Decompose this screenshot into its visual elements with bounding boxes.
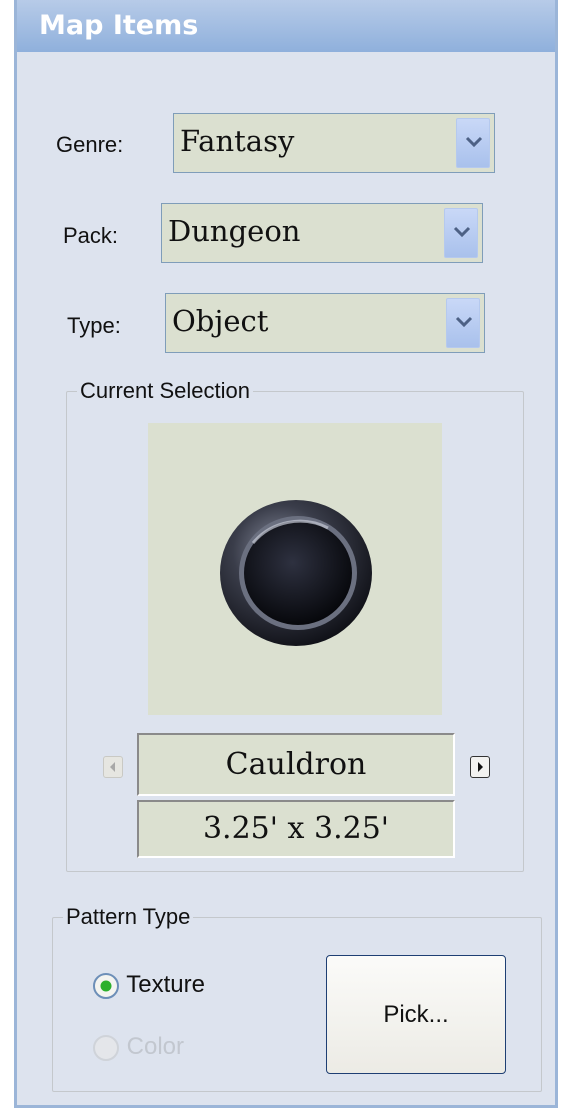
type-value: Object	[172, 304, 269, 338]
item-size-display: 3.25' x 3.25'	[137, 800, 455, 858]
color-radio-label: Color	[126, 1033, 185, 1060]
type-dropdown-arrow[interactable]	[446, 298, 480, 348]
radio-selected-icon	[93, 972, 119, 999]
pack-value: Dungeon	[168, 214, 301, 248]
pattern-type-legend: Pattern Type	[66, 904, 191, 929]
type-dropdown[interactable]: Object	[165, 293, 485, 353]
arrow-left-icon	[110, 762, 115, 772]
previous-item-button[interactable]	[103, 756, 123, 778]
pack-label: Pack:	[63, 223, 119, 248]
color-radio[interactable]: Color	[92, 1033, 184, 1062]
pack-dropdown[interactable]: Dungeon	[161, 203, 483, 263]
pick-button[interactable]: Pick...	[326, 955, 506, 1074]
chevron-down-icon	[465, 136, 483, 148]
texture-radio-label: Texture	[126, 971, 205, 998]
panel-title: Map Items	[39, 10, 199, 41]
arrow-right-icon	[478, 762, 483, 772]
item-name-display: Cauldron	[137, 733, 455, 796]
genre-value: Fantasy	[180, 124, 295, 158]
panel-title-bar: Map Items	[17, 0, 555, 52]
texture-radio[interactable]: Texture	[92, 971, 205, 1000]
type-label: Type:	[67, 313, 121, 338]
next-item-button[interactable]	[470, 756, 490, 778]
genre-dropdown-arrow[interactable]	[456, 118, 490, 168]
radio-unselected-icon	[93, 1034, 119, 1061]
current-selection-legend: Current Selection	[80, 378, 250, 403]
chevron-down-icon	[455, 316, 473, 328]
cauldron-icon	[220, 500, 372, 646]
pack-dropdown-arrow[interactable]	[444, 208, 478, 258]
chevron-down-icon	[453, 226, 471, 238]
genre-label: Genre:	[56, 132, 124, 157]
item-preview	[148, 423, 442, 715]
genre-dropdown[interactable]: Fantasy	[173, 113, 495, 173]
